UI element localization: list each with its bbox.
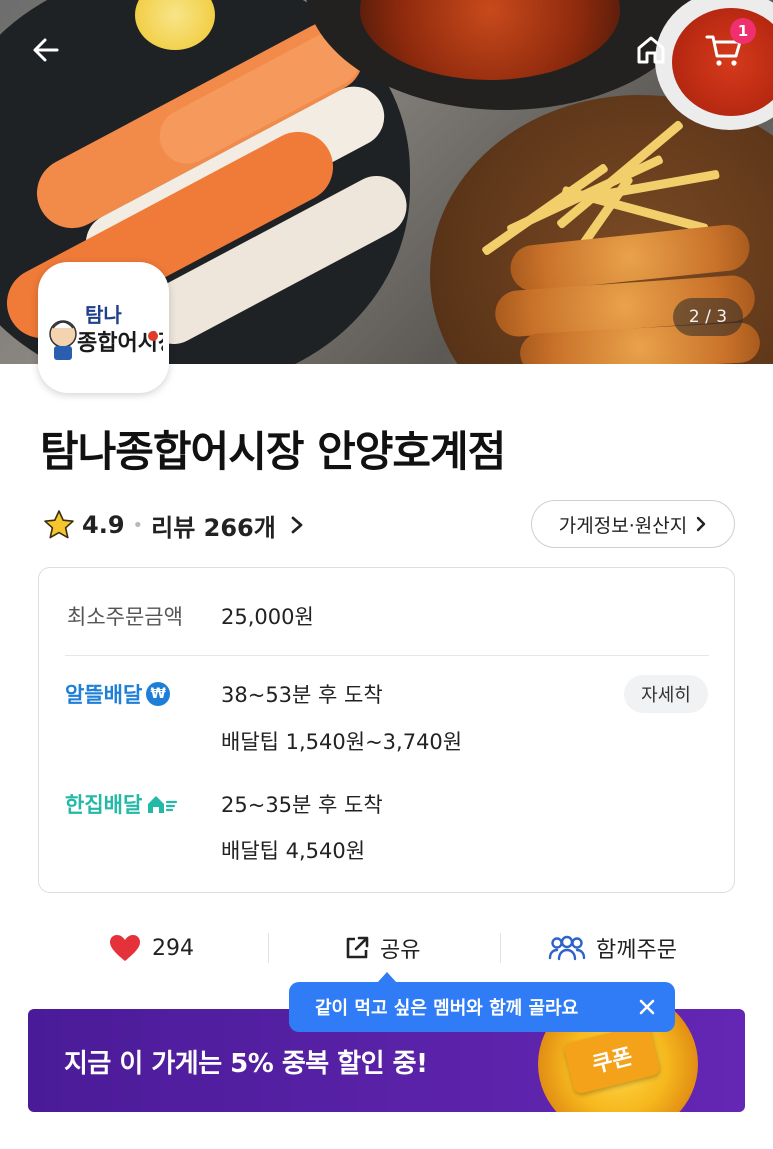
- like-button[interactable]: 294: [108, 923, 194, 973]
- hanjip-delivery-text: 한집배달: [65, 793, 143, 817]
- separator-dot: •: [132, 514, 144, 536]
- min-order-label: 최소주문금액: [67, 605, 183, 629]
- alttle-delivery-label: 알뜰배달 ₩: [65, 679, 171, 709]
- store-info-origin-label: 가게정보·원산지: [558, 514, 688, 537]
- store-logo: 탐나 종합어시장: [38, 262, 169, 393]
- rating-value: 4.9: [82, 511, 125, 539]
- alttle-eta: 38~53분 후 도착: [221, 683, 383, 707]
- tooltip-text: 같이 먹고 싶은 멤버와 함께 골라요: [315, 998, 579, 1019]
- hanjip-tip: 배달팁 4,540원: [221, 839, 366, 863]
- close-icon: [639, 999, 655, 1015]
- hanjip-delivery-label: 한집배달: [65, 789, 178, 819]
- tooltip-close-button[interactable]: [635, 995, 659, 1019]
- hanjip-eta: 25~35분 후 도착: [221, 793, 383, 817]
- divider: [500, 933, 501, 963]
- group-icon: [548, 935, 586, 961]
- image-pager: 2 / 3: [673, 298, 743, 336]
- chevron-right-icon: [291, 516, 303, 534]
- home-button[interactable]: [627, 26, 675, 74]
- group-order-button[interactable]: 함께주문: [548, 923, 677, 973]
- share-icon: [346, 936, 369, 959]
- store-info-origin-button[interactable]: 가게정보·원산지: [531, 500, 735, 548]
- detail-button[interactable]: 자세히: [624, 675, 708, 713]
- logo-text-top: 탐나: [85, 303, 122, 327]
- share-button[interactable]: 공유: [344, 923, 420, 973]
- chevron-right-icon: [697, 516, 706, 532]
- cart-count-badge: 1: [730, 18, 756, 44]
- tooltip-arrow: [377, 972, 397, 983]
- divider: [65, 655, 709, 656]
- divider: [268, 933, 269, 963]
- back-button[interactable]: [22, 26, 70, 74]
- group-order-label: 함께주문: [596, 938, 677, 963]
- alttle-delivery-text: 알뜰배달: [65, 683, 143, 707]
- share-label: 공유: [380, 938, 421, 963]
- action-row: 294 공유 함께주문: [38, 923, 735, 973]
- house-speed-icon: [148, 796, 178, 813]
- star-icon: [44, 510, 74, 539]
- banner-text: 지금 이 가게는 5% 중복 할인 중!: [64, 1049, 428, 1079]
- review-count-link[interactable]: 리뷰 266개: [151, 508, 276, 543]
- rating-row[interactable]: 4.9 • 리뷰 266개: [42, 503, 304, 547]
- like-count: 294: [152, 935, 194, 961]
- store-logo-image: 탐나 종합어시장: [48, 303, 163, 360]
- back-arrow-icon: [33, 38, 59, 62]
- home-icon: [637, 36, 665, 64]
- min-order-value: 25,000원: [221, 605, 314, 629]
- store-name: 탐나종합어시장 안양호계점: [40, 427, 506, 476]
- order-info-card: 최소주문금액 25,000원 알뜰배달 ₩ 38~53분 후 도착 배달팁 1,…: [38, 567, 735, 893]
- won-badge-icon: ₩: [146, 682, 171, 706]
- group-order-tooltip: 같이 먹고 싶은 멤버와 함께 골라요: [289, 972, 675, 1032]
- heart-icon: [110, 935, 140, 961]
- alttle-tip: 배달팁 1,540원~3,740원: [221, 730, 463, 754]
